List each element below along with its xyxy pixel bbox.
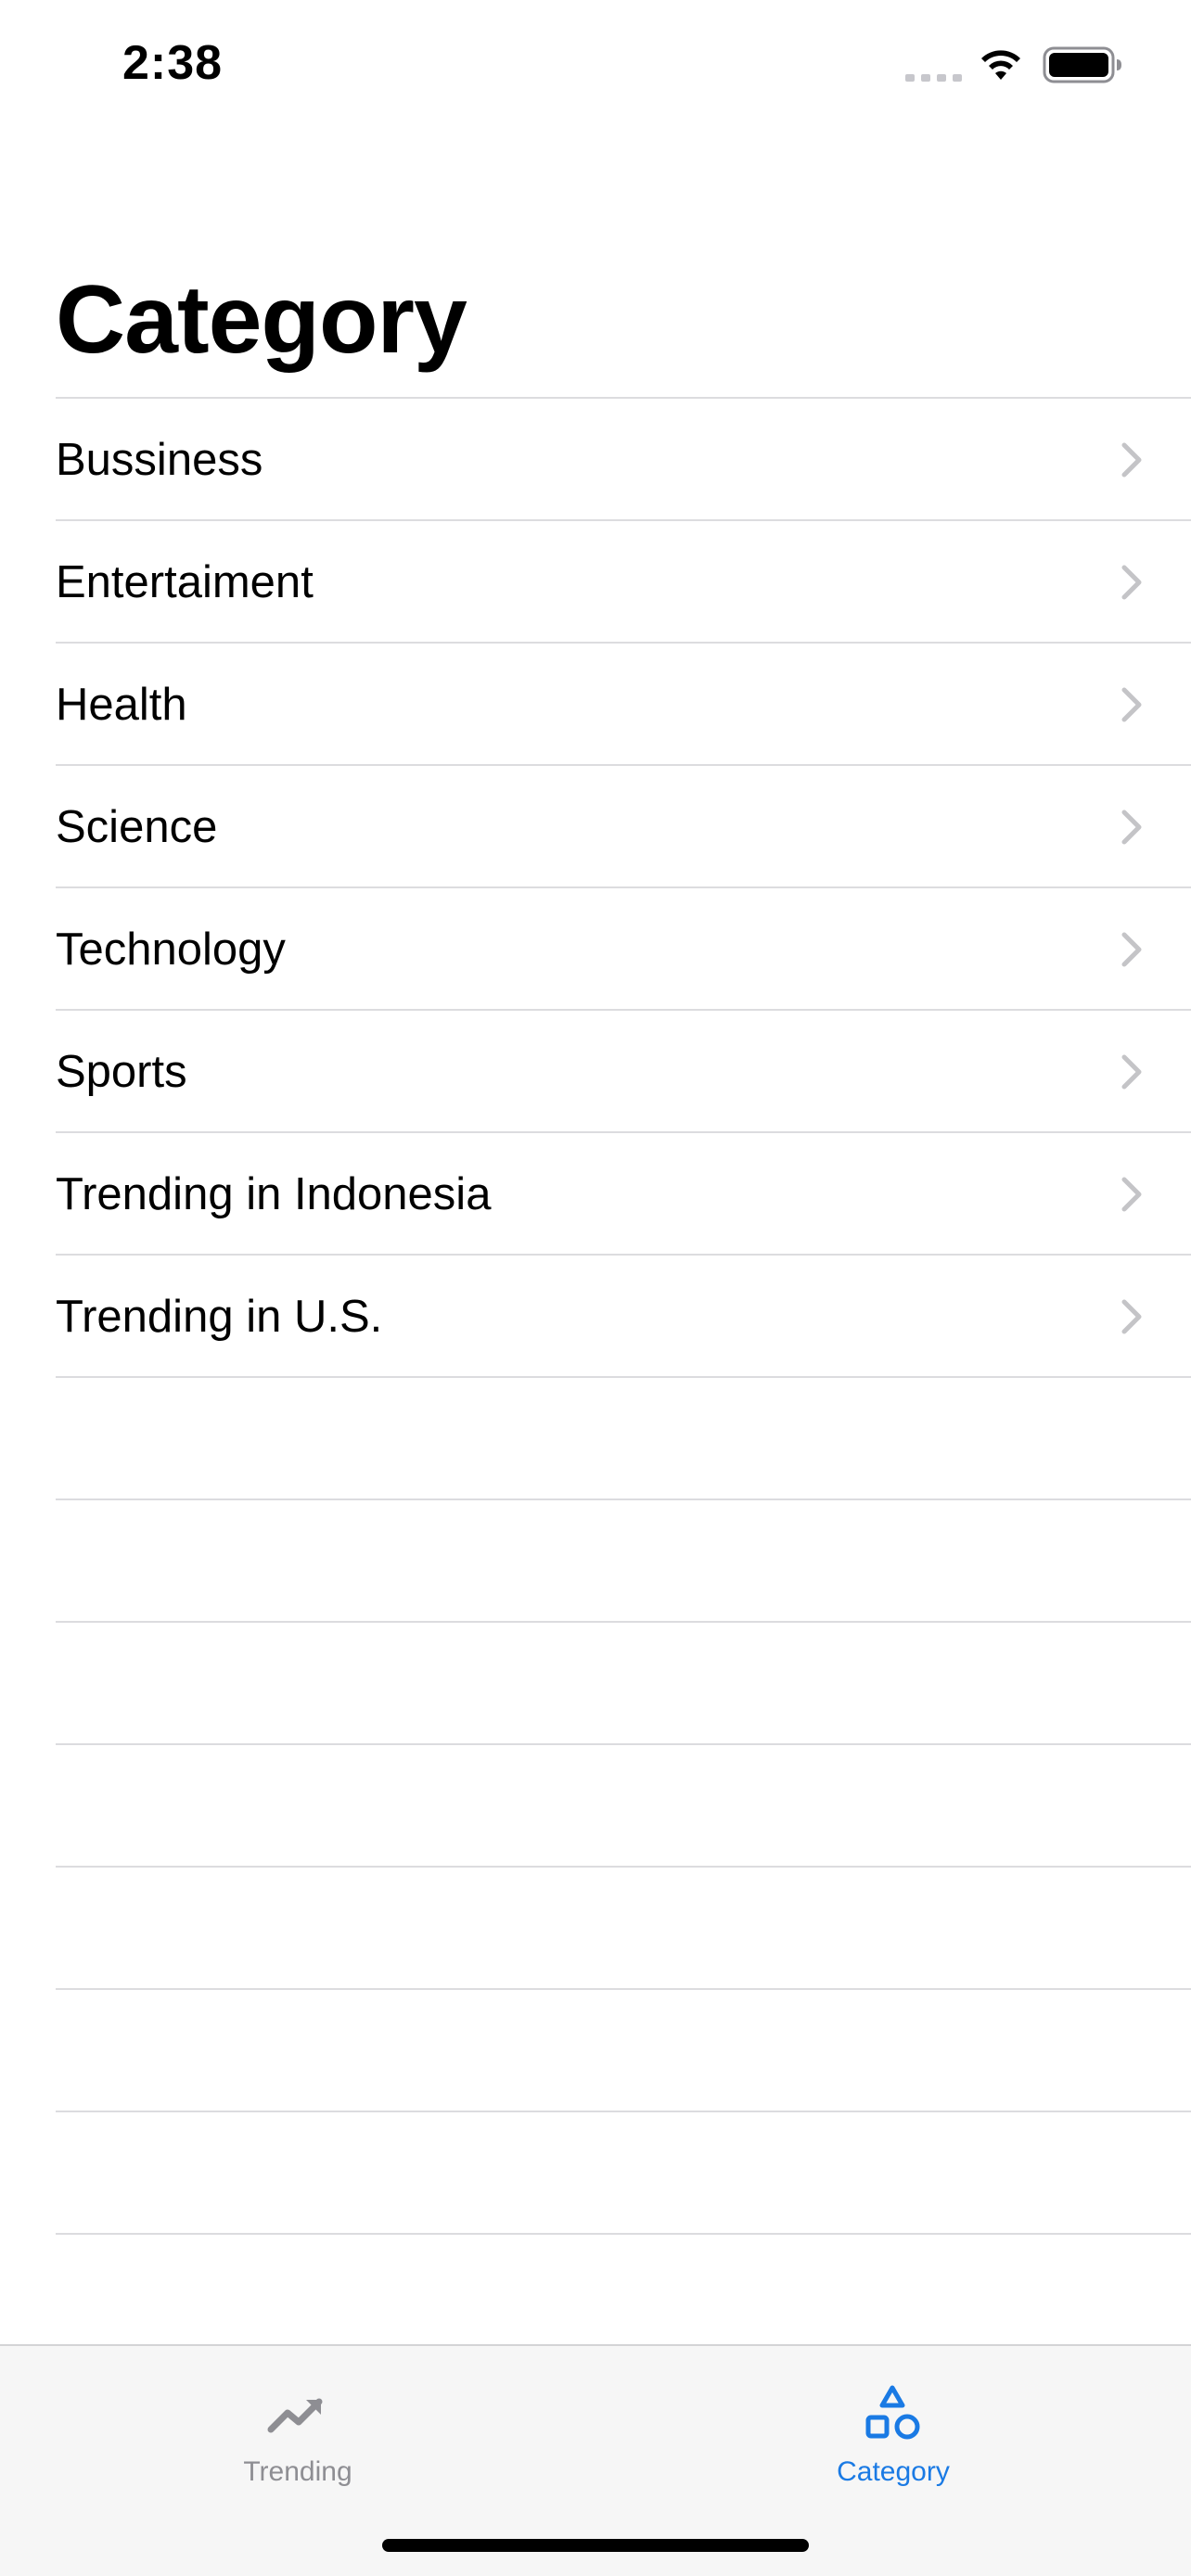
- empty-row: [56, 1621, 1191, 1743]
- status-time: 2:38: [122, 36, 224, 90]
- list-item-label: Trending in Indonesia: [56, 1169, 492, 1219]
- chevron-right-icon: [1121, 1299, 1142, 1334]
- empty-row: [56, 1988, 1191, 2111]
- empty-row: [56, 1866, 1191, 1988]
- list-item[interactable]: Trending in Indonesia: [56, 1131, 1191, 1254]
- tab-label: Trending: [243, 2456, 352, 2487]
- tab-label: Category: [837, 2456, 950, 2487]
- chevron-right-icon: [1121, 932, 1142, 967]
- empty-row: [56, 1498, 1191, 1621]
- empty-row: [56, 1376, 1191, 1498]
- list-item[interactable]: Sports: [56, 1009, 1191, 1131]
- status-bar: 2:38: [0, 0, 1191, 130]
- list-item[interactable]: Health: [56, 642, 1191, 764]
- page-title: Category: [56, 266, 467, 374]
- list-item[interactable]: Technology: [56, 886, 1191, 1009]
- battery-icon: [1043, 46, 1121, 83]
- home-indicator: [382, 2539, 809, 2552]
- tab-category[interactable]: Category: [596, 2346, 1191, 2504]
- list-item[interactable]: Entertaiment: [56, 519, 1191, 642]
- empty-row: [56, 2233, 1191, 2355]
- list-item[interactable]: Science: [56, 764, 1191, 886]
- tab-trending[interactable]: Trending: [0, 2346, 596, 2504]
- list-item-label: Science: [56, 802, 218, 852]
- list-item-label: Technology: [56, 925, 286, 975]
- list-item-label: Trending in U.S.: [56, 1292, 383, 1342]
- list-item[interactable]: Bussiness: [56, 397, 1191, 519]
- category-list: Bussiness Entertaiment Health Science Te…: [0, 397, 1191, 2355]
- empty-row: [56, 1743, 1191, 1866]
- chevron-right-icon: [1121, 442, 1142, 478]
- cellular-signal-icon: [905, 74, 962, 82]
- shapes-icon: [865, 2385, 920, 2440]
- chevron-right-icon: [1121, 1054, 1142, 1090]
- empty-row: [56, 2111, 1191, 2233]
- list-item-label: Entertaiment: [56, 557, 314, 607]
- chevron-right-icon: [1121, 1177, 1142, 1212]
- list-item-label: Bussiness: [56, 435, 263, 485]
- wifi-icon: [981, 50, 1020, 80]
- chevron-right-icon: [1121, 565, 1142, 600]
- chevron-right-icon: [1121, 687, 1142, 722]
- trending-up-icon: [267, 2398, 323, 2433]
- list-item-label: Sports: [56, 1047, 187, 1097]
- list-item-label: Health: [56, 680, 187, 730]
- chevron-right-icon: [1121, 810, 1142, 845]
- list-item[interactable]: Trending in U.S.: [56, 1254, 1191, 1376]
